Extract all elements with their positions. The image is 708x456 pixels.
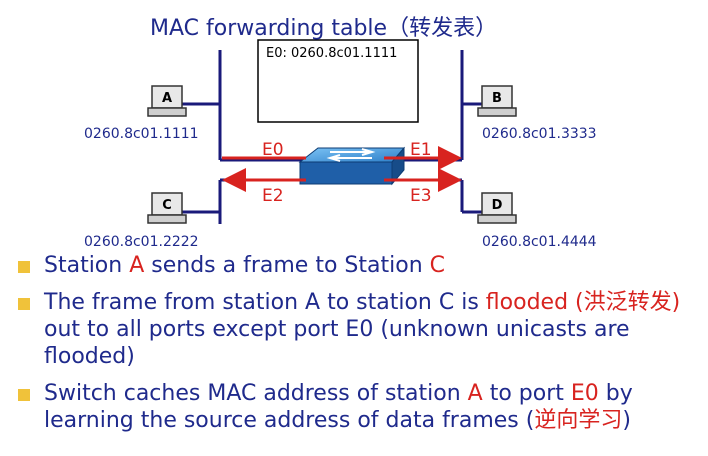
- diagram-title: MAC forwarding table（转发表）: [150, 16, 498, 41]
- port-label-e2: E2: [262, 186, 284, 206]
- bullet-square-icon: [18, 261, 30, 273]
- mac-address-c: 0260.8c01.2222: [84, 234, 199, 250]
- station-label-d: D: [491, 198, 503, 213]
- bullet-item: Station A sends a frame to Station C: [0, 252, 708, 279]
- station-label-a: A: [161, 91, 173, 106]
- mac-table-entry: E0: 0260.8c01.1111: [266, 46, 398, 61]
- port-label-e0: E0: [262, 140, 284, 160]
- bullet-list: Station A sends a frame to Station C The…: [0, 252, 708, 434]
- bullet-square-icon: [18, 389, 30, 401]
- port-label-e3: E3: [410, 186, 432, 206]
- station-label-b: B: [492, 91, 502, 106]
- mac-address-a: 0260.8c01.1111: [84, 126, 199, 142]
- bullet-item: The frame from station A to station C is…: [0, 289, 708, 370]
- station-label-c: C: [162, 198, 172, 213]
- bullet-item: Switch caches MAC address of station A t…: [0, 380, 708, 434]
- port-label-e1: E1: [410, 140, 432, 160]
- mac-address-d: 0260.8c01.4444: [482, 234, 597, 250]
- mac-address-b: 0260.8c01.3333: [482, 126, 597, 142]
- bullet-square-icon: [18, 298, 30, 310]
